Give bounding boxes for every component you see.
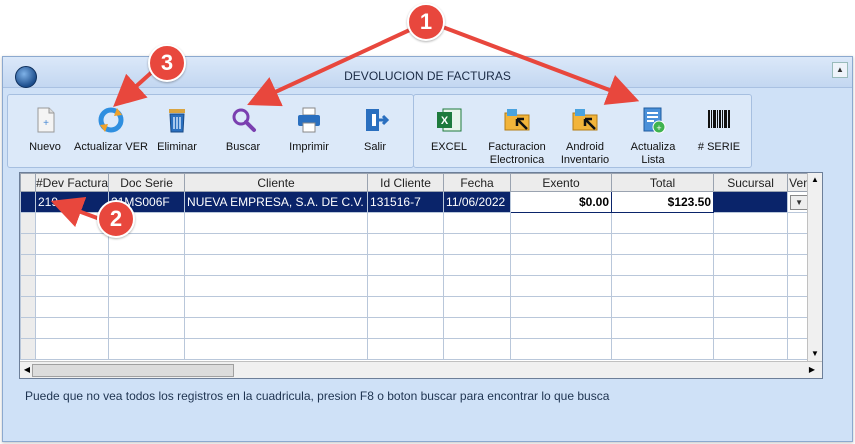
col-sucursal[interactable]: Sucursal <box>713 173 789 192</box>
horizontal-scroll-thumb[interactable] <box>32 364 234 377</box>
exit-button[interactable]: Salir <box>342 101 408 163</box>
status-text: Puede que no vea todos los registros en … <box>25 389 610 403</box>
table-row[interactable] <box>20 317 813 339</box>
toolbar-main: + Nuevo Actualizar VER Eliminar Buscar I… <box>7 94 414 168</box>
search-label: Buscar <box>225 141 261 153</box>
chevron-down-icon[interactable]: ▼ <box>790 195 809 210</box>
svg-text:+: + <box>43 118 49 129</box>
table-row[interactable] <box>20 212 813 234</box>
row-header-corner <box>20 173 36 192</box>
android-inventory-button[interactable]: Android Inventario <box>552 101 618 166</box>
svg-text:X: X <box>441 115 449 127</box>
excel-label: EXCEL <box>430 141 468 153</box>
serial-button[interactable]: # SERIE <box>686 101 752 163</box>
list-update-icon: + <box>643 107 666 134</box>
new-button[interactable]: + Nuevo <box>12 101 78 163</box>
excel-icon: X <box>437 108 462 132</box>
delete-button[interactable]: Eliminar <box>144 101 210 163</box>
table-row[interactable] <box>20 233 813 255</box>
col-id-cliente[interactable]: Id Cliente <box>367 173 445 192</box>
print-button[interactable]: Imprimir <box>276 101 342 163</box>
horizontal-scrollbar[interactable]: ◀ ▶ <box>20 361 822 378</box>
trash-icon <box>169 109 185 133</box>
table-row[interactable] <box>20 254 813 276</box>
col-dev-factura[interactable]: #Dev Factura <box>34 173 110 192</box>
toolbar-extra: X EXCEL Facturacion Electronica Android … <box>413 94 752 168</box>
scroll-right-arrow-icon[interactable]: ▶ <box>806 364 818 376</box>
excel-button[interactable]: X EXCEL <box>416 101 482 163</box>
scroll-up-arrow-icon[interactable]: ▲ <box>809 174 821 186</box>
cell-dev-factura[interactable]: 219 <box>34 191 110 213</box>
new-document-icon: + <box>37 107 55 133</box>
table-row[interactable]: 219 21MS006F NUEVA EMPRESA, S.A. DE C.V.… <box>20 191 813 213</box>
update-list-button[interactable]: + Actualiza Lista <box>620 101 686 166</box>
grid-table: #Dev Factura Doc Serie Cliente Id Client… <box>20 173 813 360</box>
scroll-down-arrow-icon[interactable]: ▼ <box>809 348 821 360</box>
printer-icon <box>298 107 320 133</box>
svg-text:+: + <box>656 123 661 133</box>
window-title: DEVOLUCION DE FACTURAS <box>344 69 511 83</box>
table-row[interactable] <box>20 275 813 297</box>
grid-header-row: #Dev Factura Doc Serie Cliente Id Client… <box>20 173 813 192</box>
annotation-badge-3: 3 <box>148 44 186 82</box>
e-invoice-button[interactable]: Facturacion Electronica <box>484 101 550 166</box>
data-grid[interactable]: #Dev Factura Doc Serie Cliente Id Client… <box>19 172 823 379</box>
delete-label: Eliminar <box>157 141 197 153</box>
scroll-up-icon[interactable]: ▲ <box>832 62 848 78</box>
row-header[interactable] <box>20 191 36 213</box>
android-inventory-label: Android Inventario <box>560 141 610 166</box>
refresh-label: Actualizar VER <box>74 141 148 153</box>
col-fecha[interactable]: Fecha <box>443 173 512 192</box>
barcode-icon <box>708 110 730 128</box>
col-total[interactable]: Total <box>611 173 715 192</box>
cell-total[interactable]: $123.50 <box>611 191 715 213</box>
exit-label: Salir <box>363 141 386 153</box>
cell-fecha[interactable]: 11/06/2022 <box>443 191 512 213</box>
print-label: Imprimir <box>289 141 329 153</box>
table-row[interactable] <box>20 296 813 318</box>
annotation-badge-1: 1 <box>407 3 445 41</box>
search-button[interactable]: Buscar <box>210 101 276 163</box>
cell-cliente[interactable]: NUEVA EMPRESA, S.A. DE C.V. <box>184 191 369 213</box>
e-invoice-label: Facturacion Electronica <box>488 141 546 166</box>
update-list-label: Actualiza Lista <box>630 141 676 166</box>
annotation-badge-2: 2 <box>97 200 135 238</box>
refresh-icon <box>98 107 124 133</box>
cell-exento[interactable]: $0.00 <box>510 191 613 213</box>
cell-id-cliente[interactable]: 131516-7 <box>367 191 445 213</box>
table-row[interactable] <box>20 338 813 360</box>
refresh-button[interactable]: Actualizar VER <box>74 101 148 163</box>
new-label: Nuevo <box>29 141 61 153</box>
vertical-scrollbar[interactable]: ▲ ▼ <box>807 173 822 361</box>
col-doc-serie[interactable]: Doc Serie <box>108 173 186 192</box>
folder-arrow-icon <box>572 109 598 131</box>
exit-icon <box>366 109 390 131</box>
search-icon <box>232 108 256 132</box>
col-cliente[interactable]: Cliente <box>184 173 369 192</box>
title-bar: DEVOLUCION DE FACTURAS ▲ <box>3 57 852 88</box>
cell-sucursal[interactable] <box>713 191 789 213</box>
col-exento[interactable]: Exento <box>510 173 613 192</box>
serial-label: # SERIE <box>697 141 741 153</box>
main-window: DEVOLUCION DE FACTURAS ▲ + Nuevo Actuali… <box>2 56 853 442</box>
folder-arrow-icon <box>504 109 530 131</box>
